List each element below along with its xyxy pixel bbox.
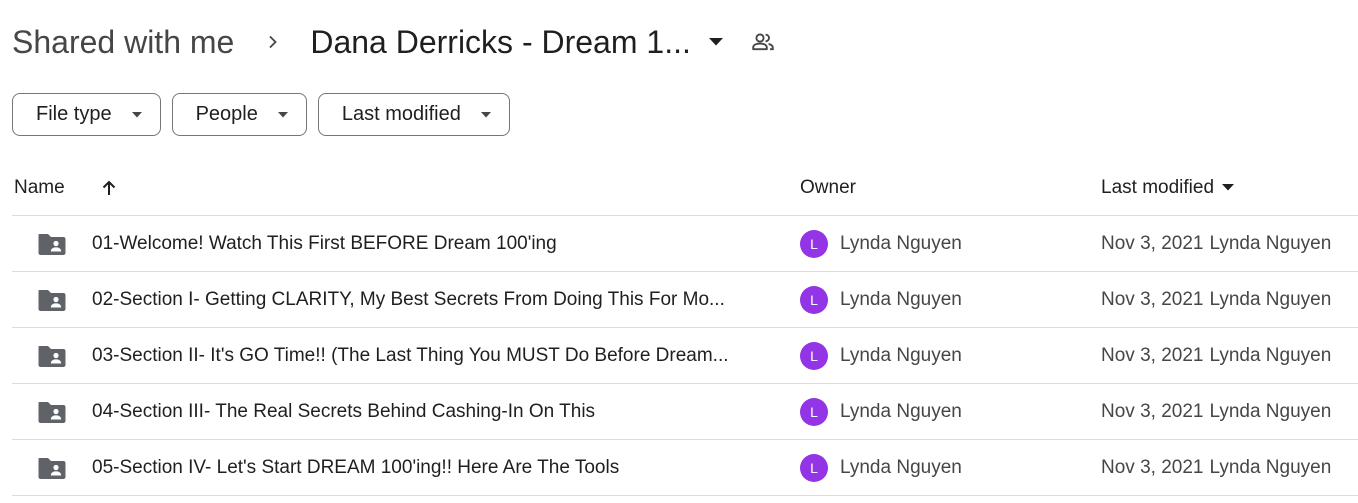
file-name: 01-Welcome! Watch This First BEFORE Drea… — [92, 233, 557, 254]
last-modified-cell: Nov 3, 2021 Lynda Nguyen — [1101, 328, 1331, 383]
table-header: Name Owner Last modified — [12, 160, 1358, 216]
modified-by: Lynda Nguyen — [1209, 232, 1332, 254]
owner-name: Lynda Nguyen — [840, 344, 962, 366]
owner-cell: L Lynda Nguyen — [800, 440, 962, 495]
chip-label: Last modified — [341, 103, 461, 125]
shared-folder-icon — [37, 384, 67, 439]
breadcrumb: Shared with me Dana Derricks - Dream 1..… — [12, 20, 775, 64]
column-header-last-modified-label: Last modified — [1101, 176, 1215, 198]
caret-down-icon — [1222, 184, 1235, 191]
modified-date: Nov 3, 2021 — [1101, 456, 1204, 478]
file-name: 05-Section IV- Let's Start DREAM 100'ing… — [92, 457, 620, 478]
table-row[interactable]: 01-Welcome! Watch This First BEFORE Drea… — [12, 216, 1358, 272]
modified-by: Lynda Nguyen — [1209, 456, 1332, 478]
table-row[interactable]: 02-Section I- Getting CLARITY, My Best S… — [12, 272, 1358, 328]
caret-down-icon — [131, 111, 142, 118]
avatar: L — [800, 453, 828, 482]
avatar: L — [800, 341, 828, 370]
modified-date: Nov 3, 2021 — [1101, 400, 1204, 422]
shared-folder-icon — [37, 440, 67, 495]
table-row[interactable]: 05-Section IV- Let's Start DREAM 100'ing… — [12, 440, 1358, 496]
shared-folder-icon — [37, 328, 67, 383]
modified-by: Lynda Nguyen — [1209, 344, 1332, 366]
last-modified-filter[interactable]: Last modified — [317, 93, 510, 136]
modified-date: Nov 3, 2021 — [1101, 344, 1204, 366]
people-icon[interactable] — [751, 32, 775, 52]
last-modified-cell: Nov 3, 2021 Lynda Nguyen — [1101, 384, 1331, 439]
caret-down-icon — [708, 38, 723, 46]
table-row[interactable]: 03-Section II- It's GO Time!! (The Last … — [12, 328, 1358, 384]
file-name: 03-Section II- It's GO Time!! (The Last … — [92, 345, 729, 366]
owner-name: Lynda Nguyen — [840, 288, 962, 310]
shared-folder-icon — [37, 216, 67, 271]
owner-cell: L Lynda Nguyen — [800, 384, 962, 439]
last-modified-cell: Nov 3, 2021 Lynda Nguyen — [1101, 216, 1331, 271]
owner-cell: L Lynda Nguyen — [800, 272, 962, 327]
filter-bar: File type People Last modified — [12, 93, 510, 136]
modified-by: Lynda Nguyen — [1209, 400, 1332, 422]
chevron-right-icon — [266, 35, 280, 49]
file-list: Name Owner Last modified 01-Welcome! Wat… — [12, 160, 1358, 496]
owner-name: Lynda Nguyen — [840, 232, 962, 254]
avatar: L — [800, 397, 828, 426]
modified-date: Nov 3, 2021 — [1101, 288, 1204, 310]
owner-cell: L Lynda Nguyen — [800, 328, 962, 383]
last-modified-cell: Nov 3, 2021 Lynda Nguyen — [1101, 272, 1331, 327]
avatar: L — [800, 285, 828, 314]
column-header-last-modified[interactable]: Last modified — [1101, 160, 1235, 215]
avatar: L — [800, 229, 828, 258]
last-modified-cell: Nov 3, 2021 Lynda Nguyen — [1101, 440, 1331, 495]
file-name: 02-Section I- Getting CLARITY, My Best S… — [92, 289, 725, 310]
file-name: 04-Section III- The Real Secrets Behind … — [92, 401, 596, 422]
owner-cell: L Lynda Nguyen — [800, 216, 962, 271]
column-header-name[interactable]: Name — [14, 160, 65, 215]
chip-label: File type — [36, 103, 112, 125]
column-header-owner: Owner — [800, 176, 856, 198]
file-type-filter[interactable]: File type — [12, 93, 161, 136]
arrow-up-icon[interactable] — [100, 160, 118, 215]
modified-by: Lynda Nguyen — [1209, 288, 1332, 310]
owner-name: Lynda Nguyen — [840, 400, 962, 422]
breadcrumb-shared-with-me[interactable]: Shared with me — [12, 24, 234, 61]
current-folder-title: Dana Derricks - Dream 1... — [310, 23, 691, 60]
chip-label: People — [195, 103, 258, 125]
caret-down-icon — [277, 111, 288, 118]
current-folder-menu[interactable]: Dana Derricks - Dream 1... — [310, 24, 723, 61]
caret-down-icon — [480, 111, 491, 118]
shared-folder-icon — [37, 272, 67, 327]
people-filter[interactable]: People — [171, 93, 307, 136]
owner-name: Lynda Nguyen — [840, 456, 962, 478]
table-row[interactable]: 04-Section III- The Real Secrets Behind … — [12, 384, 1358, 440]
modified-date: Nov 3, 2021 — [1101, 232, 1204, 254]
